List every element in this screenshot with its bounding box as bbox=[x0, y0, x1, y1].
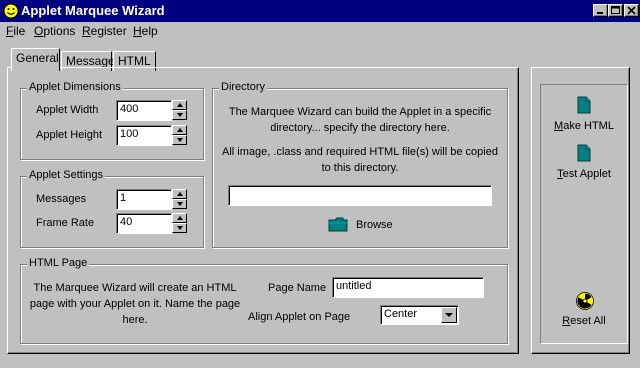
test-applet-button[interactable]: Test Applet bbox=[540, 144, 628, 184]
applet-height-label: Applet Height bbox=[36, 129, 103, 141]
arrow-up-icon bbox=[177, 128, 183, 132]
arrow-up-icon bbox=[177, 192, 183, 196]
spin-up-button[interactable] bbox=[172, 189, 187, 199]
align-applet-label: Align Applet on Page bbox=[248, 311, 351, 323]
arrow-up-icon bbox=[177, 103, 183, 107]
align-applet-value: Center bbox=[384, 308, 418, 320]
title-bar[interactable]: Applet Marquee Wizard bbox=[0, 0, 640, 22]
menu-bar: File Options Register Help bbox=[0, 22, 640, 41]
menu-file[interactable]: File bbox=[6, 24, 25, 38]
messages-input[interactable]: 1 bbox=[116, 189, 172, 210]
window-title: Applet Marquee Wizard bbox=[21, 3, 165, 18]
directory-copy-note: All image, .class and required HTML file… bbox=[222, 146, 498, 174]
chevron-down-icon bbox=[445, 313, 453, 317]
spin-down-button[interactable] bbox=[172, 110, 187, 120]
maximize-icon bbox=[611, 6, 620, 14]
messages-label: Messages bbox=[36, 193, 87, 205]
spin-down-button[interactable] bbox=[172, 223, 187, 233]
spin-up-button[interactable] bbox=[172, 213, 187, 223]
directory-label: Directory bbox=[219, 81, 268, 93]
menu-register[interactable]: Register bbox=[82, 24, 127, 38]
applet-height-spinner[interactable] bbox=[172, 125, 187, 146]
applet-width-spinner[interactable] bbox=[172, 100, 187, 121]
page-name-label: Page Name bbox=[268, 282, 327, 294]
make-html-label: Make HTML bbox=[554, 120, 614, 132]
spin-up-button[interactable] bbox=[172, 125, 187, 135]
html-page-description: The Marquee Wizard will create an HTML p… bbox=[29, 282, 241, 326]
document-icon bbox=[577, 96, 591, 114]
arrow-down-icon bbox=[177, 138, 183, 142]
align-applet-select[interactable]: Center bbox=[380, 305, 459, 325]
dropdown-button[interactable] bbox=[441, 307, 457, 323]
applet-settings-label: Applet Settings bbox=[27, 169, 105, 181]
arrow-up-icon bbox=[177, 216, 183, 220]
close-button[interactable] bbox=[624, 4, 639, 17]
directory-description: The Marquee Wizard can build the Applet … bbox=[228, 106, 492, 134]
test-applet-label: Test Applet bbox=[557, 168, 611, 180]
tab-general[interactable]: General bbox=[11, 48, 60, 71]
reset-all-button[interactable]: Reset All bbox=[540, 292, 628, 332]
make-html-button[interactable]: Make HTML bbox=[540, 96, 628, 136]
minimize-button[interactable] bbox=[593, 4, 608, 17]
applet-height-input[interactable]: 100 bbox=[116, 125, 172, 146]
radiation-icon bbox=[576, 292, 594, 310]
frame-rate-spinner[interactable] bbox=[172, 213, 187, 234]
reset-all-label: Reset All bbox=[562, 315, 606, 327]
browse-label: Browse bbox=[356, 219, 393, 231]
page-name-input[interactable]: untitled bbox=[332, 277, 484, 298]
smiley-icon bbox=[3, 3, 19, 19]
spin-down-button[interactable] bbox=[172, 135, 187, 145]
spin-up-button[interactable] bbox=[172, 100, 187, 110]
menu-help[interactable]: Help bbox=[133, 24, 158, 38]
applet-width-input[interactable]: 400 bbox=[116, 100, 172, 121]
html-page-label: HTML Page bbox=[27, 257, 90, 269]
document-icon bbox=[577, 144, 591, 162]
arrow-down-icon bbox=[177, 202, 183, 206]
frame-rate-label: Frame Rate bbox=[36, 217, 95, 229]
folder-icon bbox=[328, 217, 348, 232]
arrow-down-icon bbox=[177, 113, 183, 117]
browse-button[interactable]: Browse bbox=[328, 216, 398, 234]
applet-dimensions-group: Applet Dimensions bbox=[20, 81, 204, 160]
spin-down-button[interactable] bbox=[172, 199, 187, 209]
maximize-button[interactable] bbox=[608, 4, 623, 17]
applet-width-label: Applet Width bbox=[36, 104, 99, 116]
applet-dimensions-label: Applet Dimensions bbox=[27, 81, 123, 93]
close-icon bbox=[627, 6, 636, 15]
arrow-down-icon bbox=[177, 226, 183, 230]
directory-path-input[interactable] bbox=[228, 185, 492, 206]
applet-settings-group: Applet Settings bbox=[20, 169, 204, 248]
frame-rate-input[interactable]: 40 bbox=[116, 213, 172, 234]
menu-options[interactable]: Options bbox=[34, 24, 75, 38]
minimize-icon bbox=[597, 12, 603, 14]
messages-spinner[interactable] bbox=[172, 189, 187, 210]
